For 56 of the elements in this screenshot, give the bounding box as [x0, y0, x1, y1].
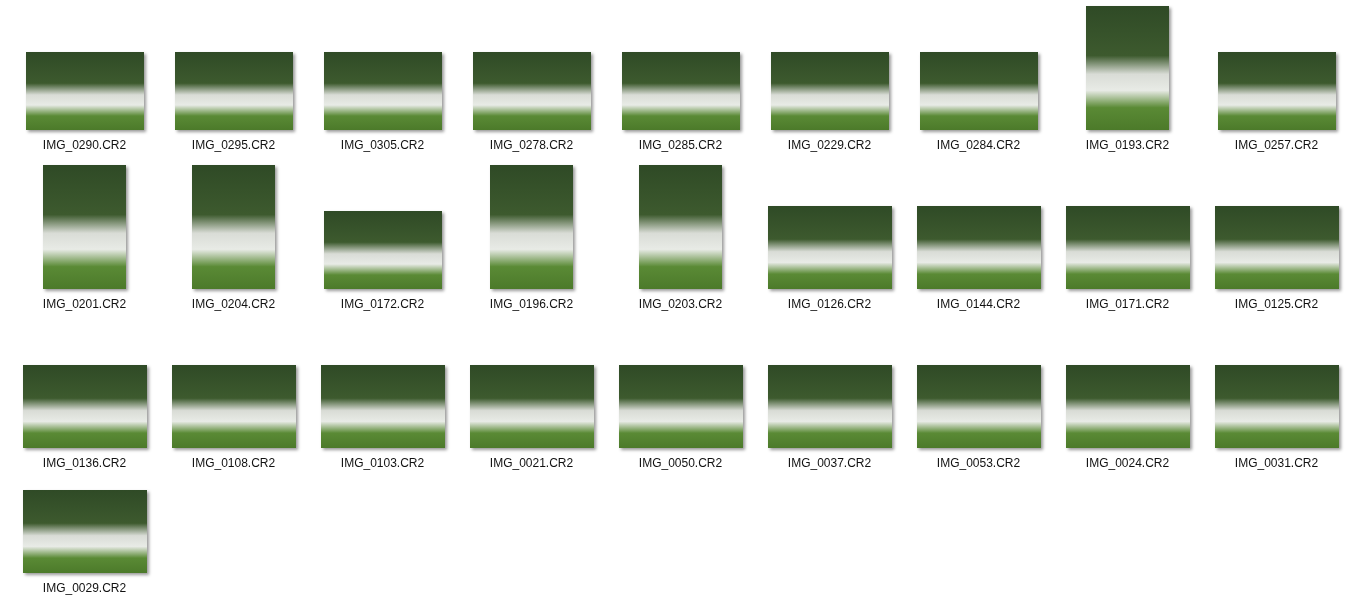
file-name: IMG_0053.CR2	[936, 456, 1021, 471]
photo-placeholder[interactable]	[22, 490, 147, 573]
photo-placeholder[interactable]	[1086, 6, 1169, 130]
photo-placeholder[interactable]	[916, 206, 1041, 289]
file-name: IMG_0284.CR2	[936, 138, 1021, 153]
file-name: IMG_0257.CR2	[1234, 138, 1319, 153]
photo-placeholder[interactable]	[323, 211, 442, 289]
photo-placeholder[interactable]	[621, 52, 740, 130]
file-name: IMG_0285.CR2	[638, 138, 723, 153]
photo-placeholder[interactable]	[43, 165, 126, 289]
photo-placeholder[interactable]	[916, 365, 1041, 448]
photo-placeholder[interactable]	[25, 52, 144, 130]
file-name: IMG_0204.CR2	[191, 297, 276, 312]
file-name: IMG_0125.CR2	[1234, 297, 1319, 312]
file-name: IMG_0144.CR2	[936, 297, 1021, 312]
photo-placeholder[interactable]	[1217, 52, 1336, 130]
file-name: IMG_0024.CR2	[1085, 456, 1170, 471]
photo-placeholder[interactable]	[639, 165, 722, 289]
file-name: IMG_0037.CR2	[787, 456, 872, 471]
file-name: IMG_0196.CR2	[489, 297, 574, 312]
file-name: IMG_0278.CR2	[489, 138, 574, 153]
photo-placeholder[interactable]	[618, 365, 743, 448]
photo-placeholder[interactable]	[171, 365, 296, 448]
photo-placeholder[interactable]	[1214, 365, 1339, 448]
photo-placeholder[interactable]	[320, 365, 445, 448]
file-name: IMG_0021.CR2	[489, 456, 574, 471]
photo-placeholder[interactable]	[767, 365, 892, 448]
file-name: IMG_0201.CR2	[42, 297, 127, 312]
file-name: IMG_0172.CR2	[340, 297, 425, 312]
photo-placeholder[interactable]	[1065, 365, 1190, 448]
file-name: IMG_0229.CR2	[787, 138, 872, 153]
file-name: IMG_0103.CR2	[340, 456, 425, 471]
photo-placeholder[interactable]	[490, 165, 573, 289]
file-name: IMG_0126.CR2	[787, 297, 872, 312]
file-name: IMG_0031.CR2	[1234, 456, 1319, 471]
photo-placeholder[interactable]	[174, 52, 293, 130]
file-name: IMG_0305.CR2	[340, 138, 425, 153]
photo-placeholder[interactable]	[469, 365, 594, 448]
file-name: IMG_0193.CR2	[1085, 138, 1170, 153]
file-name: IMG_0171.CR2	[1085, 297, 1170, 312]
photo-placeholder[interactable]	[1214, 206, 1339, 289]
photo-placeholder[interactable]	[1065, 206, 1190, 289]
photo-placeholder[interactable]	[192, 165, 275, 289]
photo-placeholder[interactable]	[323, 52, 442, 130]
file-name: IMG_0136.CR2	[42, 456, 127, 471]
file-name: IMG_0295.CR2	[191, 138, 276, 153]
file-name: IMG_0290.CR2	[42, 138, 127, 153]
file-name: IMG_0050.CR2	[638, 456, 723, 471]
photo-placeholder[interactable]	[767, 206, 892, 289]
file-name: IMG_0203.CR2	[638, 297, 723, 312]
photo-placeholder[interactable]	[472, 52, 591, 130]
photo-placeholder[interactable]	[919, 52, 1038, 130]
file-name: IMG_0029.CR2	[42, 581, 127, 596]
photo-placeholder[interactable]	[22, 365, 147, 448]
photo-placeholder[interactable]	[770, 52, 889, 130]
file-name: IMG_0108.CR2	[191, 456, 276, 471]
